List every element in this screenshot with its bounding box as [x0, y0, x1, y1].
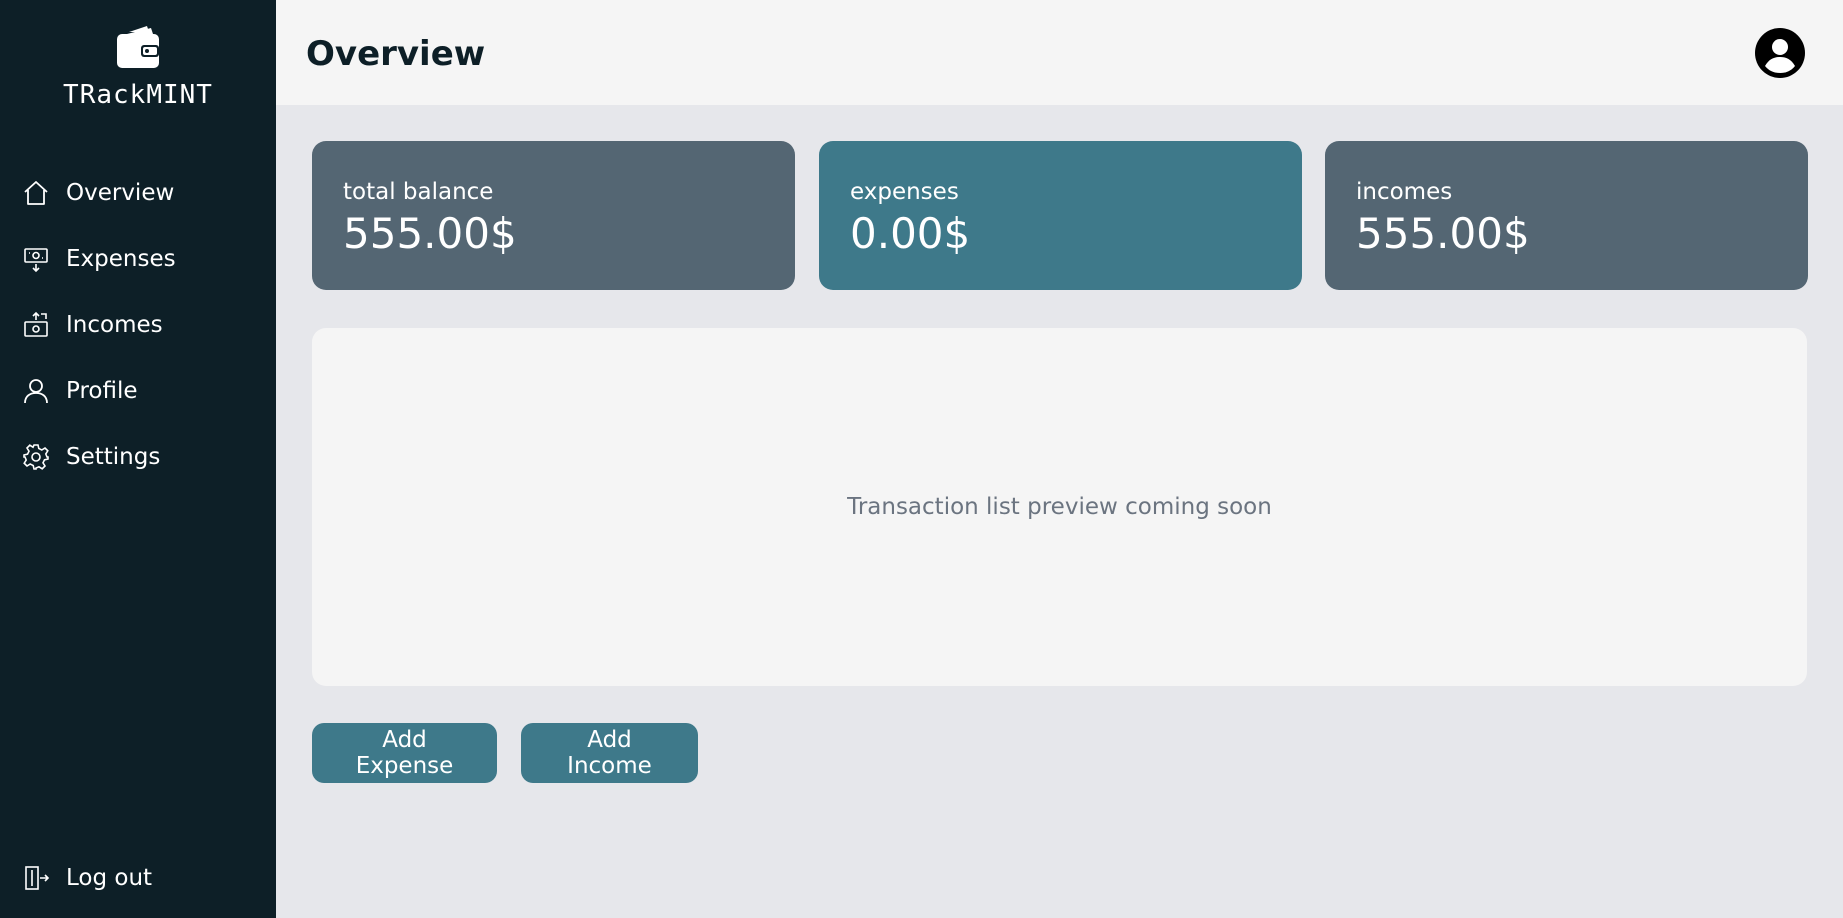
logout-button[interactable]: Log out [0, 845, 276, 911]
total-balance-label: total balance [343, 179, 494, 205]
transaction-preview-placeholder: Transaction list preview coming soon [847, 494, 1272, 520]
gear-icon [23, 444, 49, 470]
logout-icon [25, 866, 50, 890]
page-title: Overview [306, 34, 486, 74]
sidebar-item-label: Overview [66, 180, 175, 206]
app-name: TRackMINT [63, 80, 213, 110]
sidebar-item-overview[interactable]: Overview [0, 160, 276, 226]
income-icon [24, 311, 48, 337]
home-icon [24, 181, 48, 205]
transaction-preview-panel: Transaction list preview coming soon [312, 328, 1807, 686]
sidebar-item-profile[interactable]: Profile [0, 358, 276, 424]
expenses-label: expenses [850, 179, 959, 205]
brand[interactable]: TRackMINT [0, 22, 276, 110]
total-balance-value: 555.00$ [343, 209, 517, 258]
sidebar-item-incomes[interactable]: Incomes [0, 292, 276, 358]
sidebar: TRackMINT Overview Expenses Incomes Prof… [0, 0, 276, 918]
add-income-button[interactable]: Add Income [521, 723, 698, 783]
sidebar-item-label: Settings [66, 444, 161, 470]
sidebar-item-label: Incomes [66, 312, 163, 338]
sidebar-item-label: Profile [66, 378, 138, 404]
logout-label: Log out [66, 865, 153, 891]
expenses-value: 0.00$ [850, 209, 971, 258]
top-bar: Overview [276, 0, 1843, 105]
incomes-card: incomes 555.00$ [1325, 141, 1808, 290]
sidebar-item-settings[interactable]: Settings [0, 424, 276, 490]
incomes-label: incomes [1356, 179, 1453, 205]
wallet-icon [117, 26, 159, 68]
sidebar-item-label: Expenses [66, 246, 176, 272]
incomes-value: 555.00$ [1356, 209, 1530, 258]
user-icon [24, 379, 48, 404]
sidebar-nav: Overview Expenses Incomes Profile Settin… [0, 160, 276, 490]
expense-icon [24, 248, 48, 273]
sidebar-item-expenses[interactable]: Expenses [0, 226, 276, 292]
account-circle-icon[interactable] [1755, 28, 1805, 78]
add-expense-button[interactable]: Add Expense [312, 723, 497, 783]
total-balance-card: total balance 555.00$ [312, 141, 795, 290]
expenses-card: expenses 0.00$ [819, 141, 1302, 290]
